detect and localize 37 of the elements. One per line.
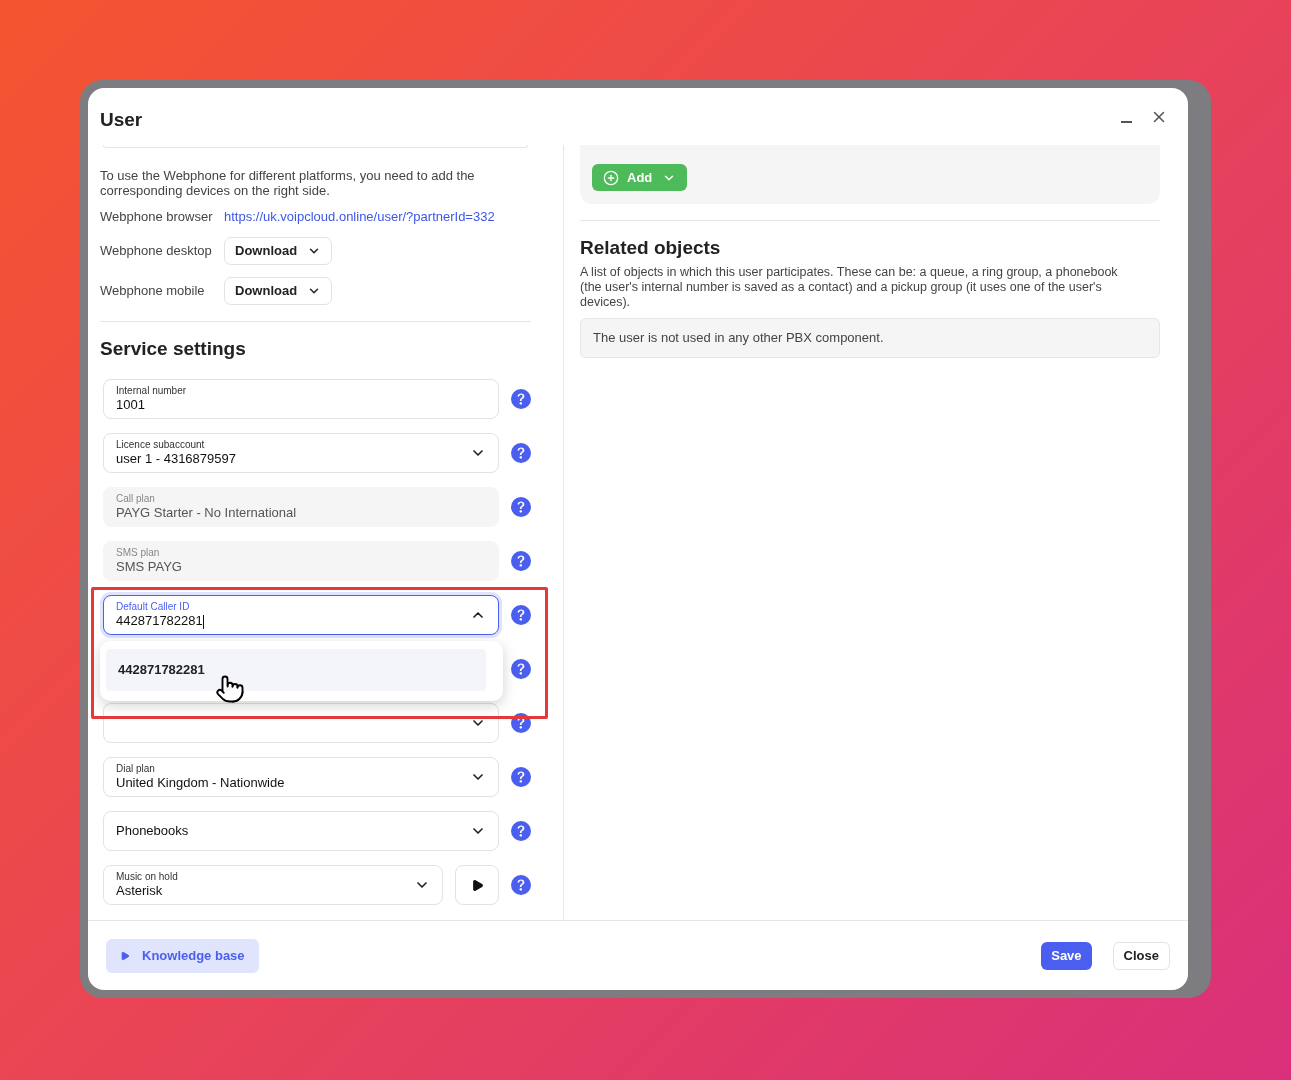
select-field[interactable]: Licence subaccount user 1 - 4316879597: [103, 433, 499, 473]
webphone-link[interactable]: https://uk.voipcloud.online/user/?partnerId=332: [224, 207, 495, 227]
related-description: A list of objects in which this user participates. These can be: a queue, a ring group, a phonebook (the user's internal number is saved as a contact) and a pickup group (it uses one of the user's devices).: [580, 265, 1119, 310]
info-message: The user is not used in any other PBX component.: [580, 318, 1160, 358]
section-heading: Service settings: [100, 337, 247, 361]
play-icon: [120, 950, 130, 961]
select-field[interactable]: Phonebooks: [103, 811, 499, 851]
help-icon[interactable]: [511, 875, 531, 895]
select-field[interactable]: [103, 703, 499, 743]
download-dropdown[interactable]: Download: [224, 277, 333, 305]
knowledge-base-button[interactable]: Knowledge base: [106, 938, 259, 973]
play-icon: [470, 878, 484, 892]
plus-icon: [603, 169, 619, 186]
help-icon[interactable]: [511, 389, 531, 409]
help-icon[interactable]: [511, 821, 531, 841]
dropdown-option[interactable]: 442871782281: [106, 649, 486, 691]
section-heading: Related objects: [580, 236, 722, 260]
download-dropdown[interactable]: Download: [224, 237, 333, 265]
row-label: Webphone browser: [100, 208, 212, 227]
select-field[interactable]: Music on hold Asterisk: [103, 865, 443, 905]
row-label: Webphone mobile: [100, 282, 206, 301]
save-button[interactable]: Save: [1041, 941, 1092, 970]
help-icon[interactable]: [511, 497, 531, 517]
help-icon[interactable]: [511, 605, 531, 625]
close-button[interactable]: Close: [1112, 941, 1170, 970]
webphone-description: To use the Webphone for different platforms, you need to add the corresponding devices on the right side.: [100, 168, 476, 198]
help-icon[interactable]: [511, 659, 531, 679]
help-icon[interactable]: [511, 713, 531, 733]
play-button[interactable]: [455, 865, 499, 905]
select-field[interactable]: Default Caller ID 442871782281: [103, 595, 499, 635]
row-label: Webphone desktop: [100, 242, 212, 261]
help-icon[interactable]: [511, 443, 531, 463]
help-icon[interactable]: [511, 767, 531, 787]
text-field[interactable]: Internal number 1001: [103, 379, 499, 419]
dialog-title: User: [100, 108, 143, 132]
help-icon[interactable]: [511, 551, 531, 571]
select-field[interactable]: Dial plan United Kingdom - Nationwide: [103, 757, 499, 797]
